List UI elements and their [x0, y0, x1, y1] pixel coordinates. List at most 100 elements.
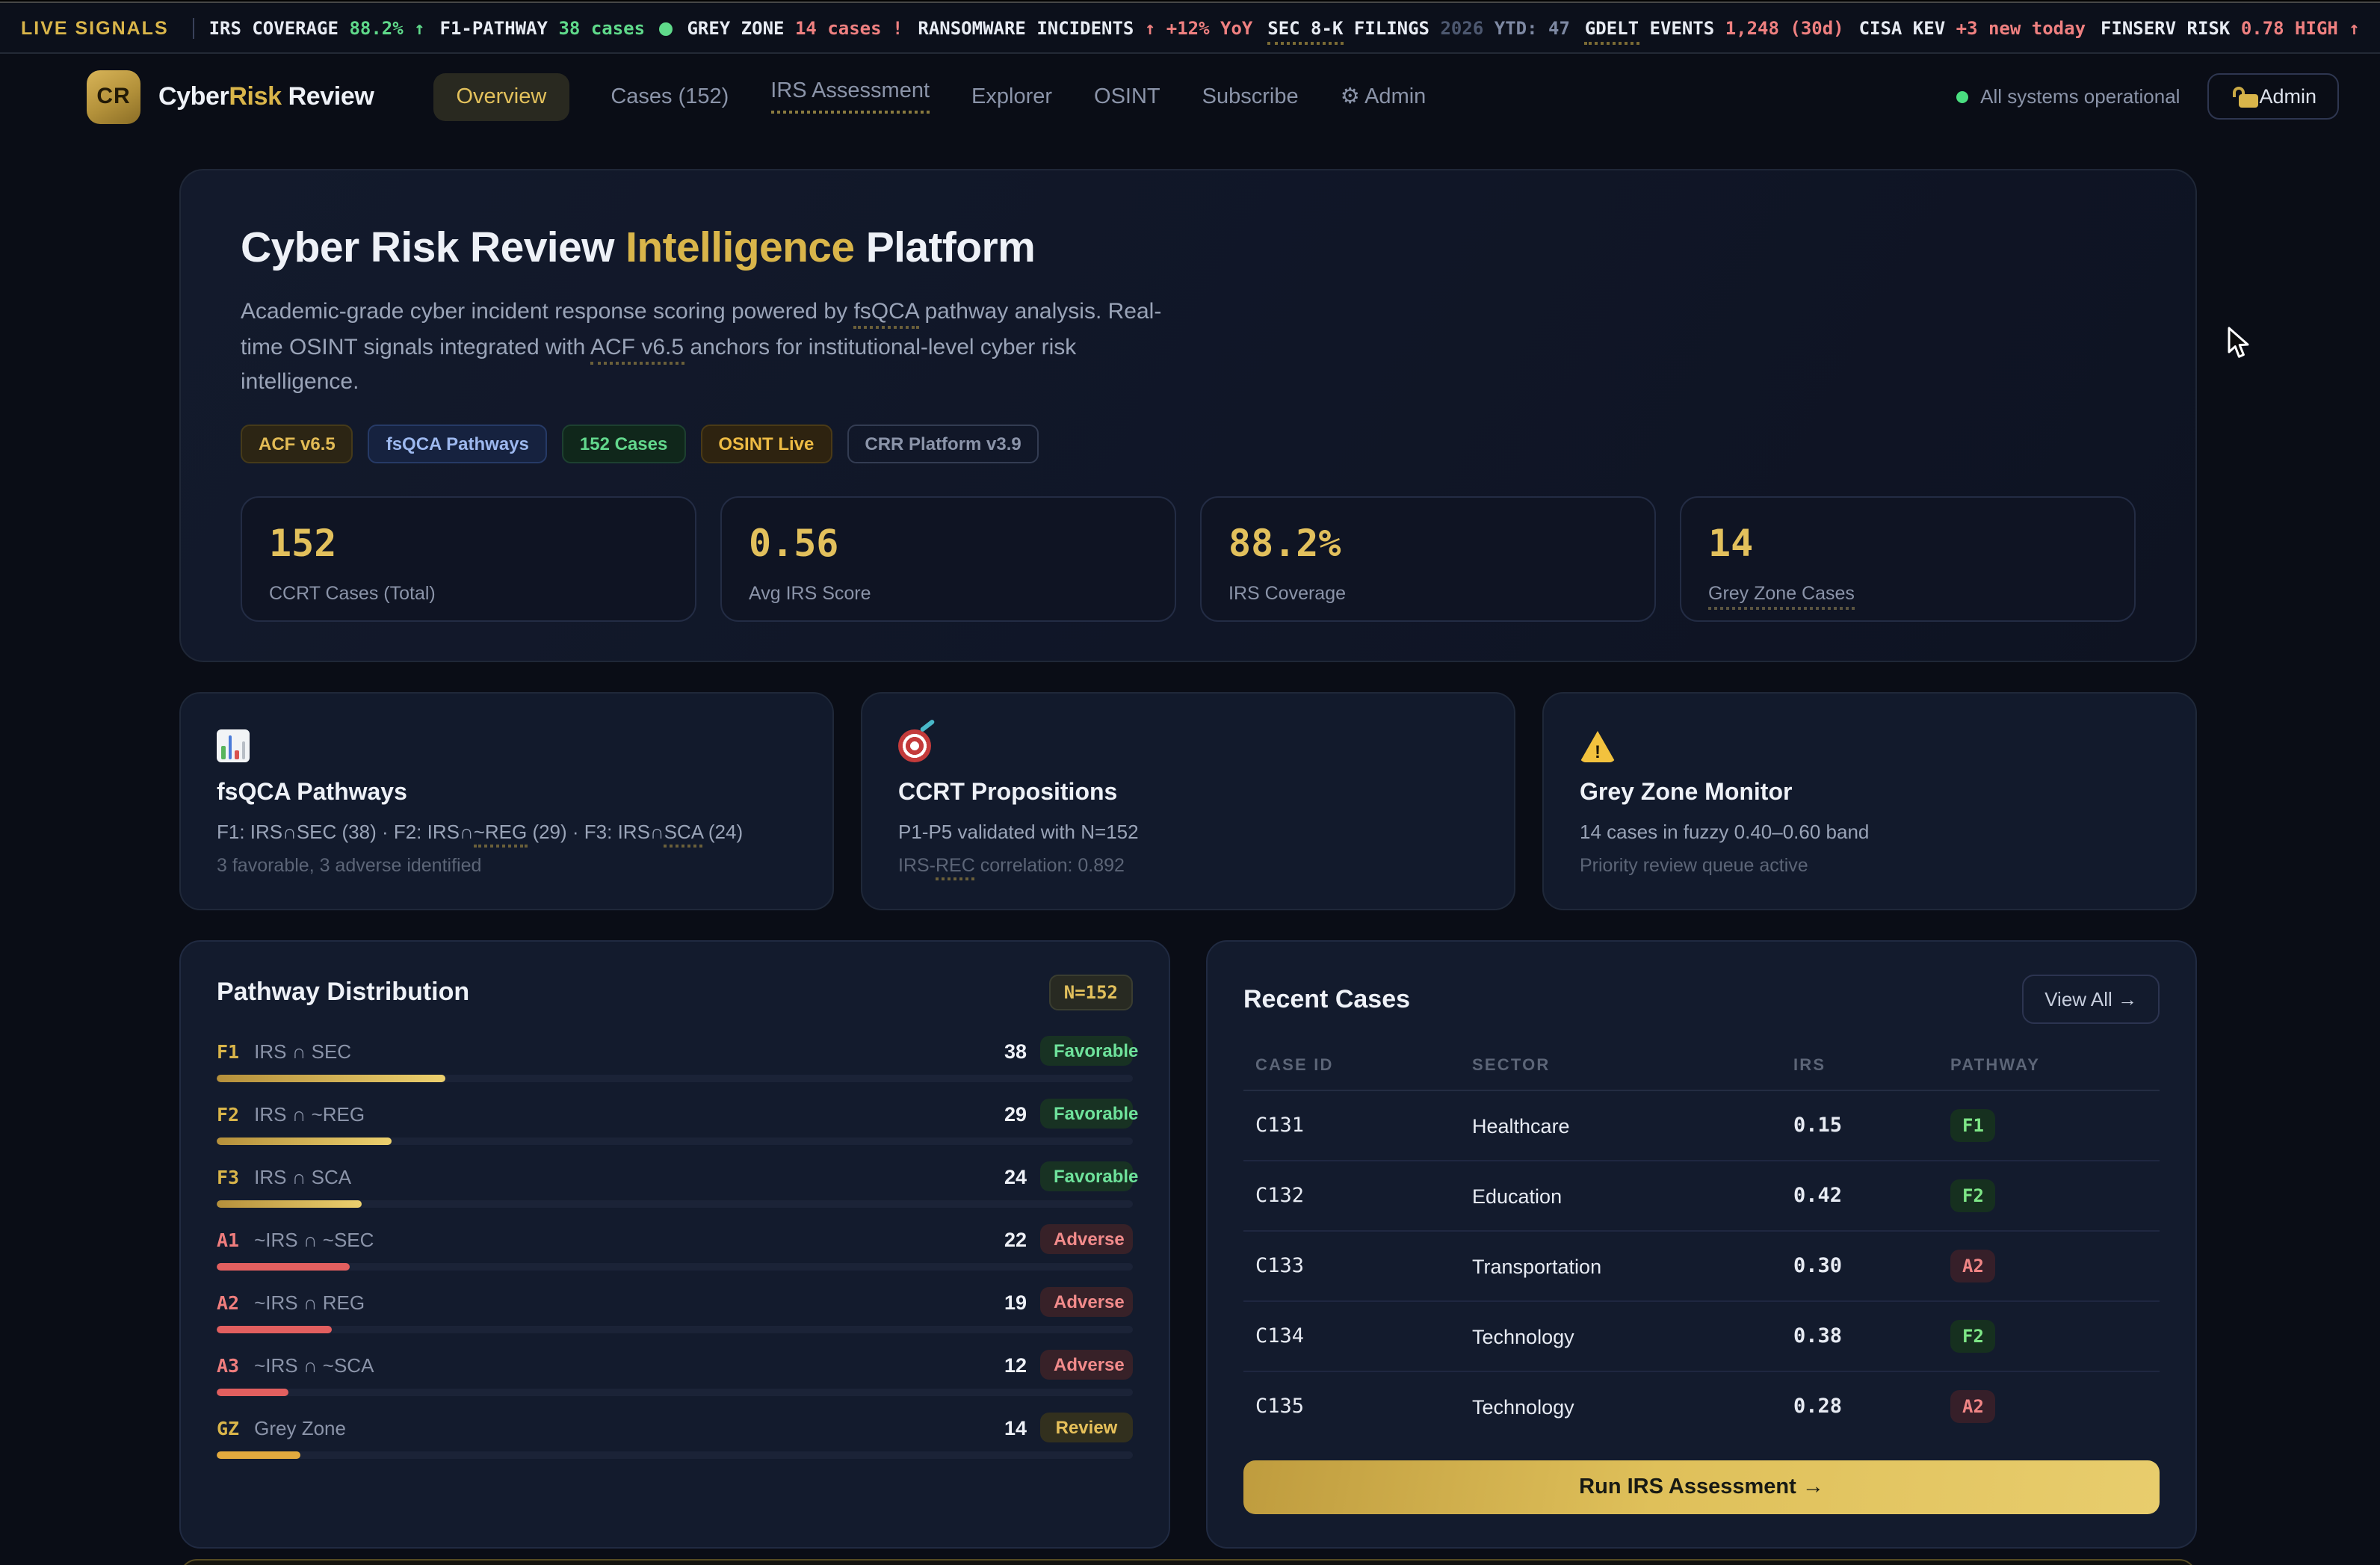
- col-irs: IRS: [1781, 1045, 1938, 1090]
- warning-icon: !: [1580, 731, 1616, 762]
- ticker-item-irs-coverage: IRS COVERAGE 88.2% ↑: [209, 17, 425, 38]
- app-window: LIVE SIGNALS IRS COVERAGE 88.2% ↑ F1-PAT…: [0, 0, 2380, 1565]
- ticker-item-sec-filings: SEC 8-K FILINGS 2026 YTD: 47: [1267, 17, 1570, 38]
- nav-item-admin[interactable]: ⚙ Admin: [1341, 84, 1427, 108]
- feature-cards: fsQCA Pathways F1: IRS∩SEC (38) · F2: IR…: [179, 692, 2197, 910]
- nav-item-osint[interactable]: OSINT: [1094, 84, 1160, 108]
- stat-card-total-cases: 152 CCRT Cases (Total): [241, 496, 696, 621]
- target-icon: [898, 729, 931, 762]
- ticker-item-gdelt: GDELT EVENTS 1,248 (30d): [1585, 17, 1844, 38]
- status-badge: Favorable: [1040, 1161, 1133, 1191]
- bar-fill: [217, 1138, 392, 1145]
- nav-item-cases[interactable]: Cases (152): [611, 84, 729, 108]
- nav-item-irs-assessment[interactable]: IRS Assessment: [770, 79, 930, 114]
- ticker-item-f1-pathway: F1-PATHWAY 38 cases: [440, 17, 673, 38]
- ticker-item-grey-zone: GREY ZONE 14 cases !: [687, 17, 903, 38]
- table-row-c134[interactable]: C134 Technology 0.38 F2: [1243, 1301, 2160, 1371]
- stat-value: 0.56: [749, 521, 1148, 564]
- card-title: CCRT Propositions: [898, 780, 1478, 807]
- green-dot-icon: [659, 22, 673, 35]
- status-badge: Adverse: [1040, 1350, 1133, 1380]
- bar-fill: [217, 1326, 331, 1333]
- card-grey-zone-monitor[interactable]: ! Grey Zone Monitor 14 cases in fuzzy 0.…: [1542, 692, 2197, 910]
- ticker-item-cisa-kev: CISA KEV +3 new today: [1859, 17, 2086, 38]
- pathway-badge: A2: [1950, 1390, 1996, 1423]
- pathway-rows: F1IRS ∩ SEC38Favorable F2IRS ∩ ~REG29Fav…: [217, 1036, 1133, 1459]
- card-fsqca-pathways[interactable]: fsQCA Pathways F1: IRS∩SEC (38) · F2: IR…: [179, 692, 834, 910]
- bar-fill: [217, 1263, 350, 1271]
- view-all-button[interactable]: View All →: [2022, 975, 2160, 1024]
- bar-track: [217, 1326, 1133, 1333]
- status-badge: Favorable: [1040, 1036, 1133, 1066]
- stat-card-irs-coverage: 88.2% IRS Coverage: [1200, 496, 1656, 621]
- card-ccrt-propositions[interactable]: CCRT Propositions P1-P5 validated with N…: [861, 692, 1515, 910]
- stat-cards: 152 CCRT Cases (Total) 0.56 Avg IRS Scor…: [241, 496, 2136, 621]
- col-sector: SECTOR: [1460, 1045, 1781, 1090]
- bar-track: [217, 1451, 1133, 1459]
- status-badge: Adverse: [1040, 1224, 1133, 1254]
- bar-fill: [217, 1075, 446, 1082]
- bar-track: [217, 1200, 1133, 1208]
- stat-label: IRS Coverage: [1228, 582, 1628, 603]
- pathway-row-gz: GZGrey Zone14Review: [217, 1413, 1133, 1459]
- bar-track: [217, 1075, 1133, 1082]
- card-note: Priority review queue active: [1580, 855, 2160, 876]
- pathway-row-a3: A3~IRS ∩ ~SCA12Adverse: [217, 1350, 1133, 1396]
- badge-osint: OSINT Live: [700, 424, 832, 463]
- system-status: All systems operational: [1956, 85, 2180, 108]
- bar-track: [217, 1389, 1133, 1396]
- badge-fsqca: fsQCA Pathways: [368, 424, 547, 463]
- bar-track: [217, 1263, 1133, 1271]
- hero-description: Academic-grade cyber incident response s…: [241, 294, 1167, 400]
- mouse-cursor: [2227, 326, 2251, 368]
- pathway-row-f1: F1IRS ∩ SEC38Favorable: [217, 1036, 1133, 1082]
- run-irs-assessment-button[interactable]: Run IRS Assessment →: [1243, 1460, 2160, 1514]
- table-row-c133[interactable]: C133 Transportation 0.30 A2: [1243, 1231, 2160, 1301]
- brand-name: CyberRisk Review: [158, 81, 374, 111]
- table-row-c135[interactable]: C135 Technology 0.28 A2: [1243, 1371, 2160, 1441]
- n-count-badge: N=152: [1049, 975, 1133, 1010]
- nav-item-subscribe[interactable]: Subscribe: [1202, 84, 1299, 108]
- table-row-c132[interactable]: C132 Education 0.42 F2: [1243, 1161, 2160, 1231]
- status-badge: Review: [1040, 1413, 1133, 1442]
- stat-value: 152: [269, 521, 668, 564]
- card-line: 14 cases in fuzzy 0.40–0.60 band: [1580, 821, 2160, 843]
- table-row-c131[interactable]: C131 Healthcare 0.15 F1: [1243, 1090, 2160, 1161]
- hero-panel: Cyber Risk Review Intelligence Platform …: [179, 169, 2197, 662]
- nav-item-explorer[interactable]: Explorer: [971, 84, 1052, 108]
- stat-value: 88.2%: [1228, 521, 1628, 564]
- pathway-badge: A2: [1950, 1250, 1996, 1282]
- table-header-row: CASE ID SECTOR IRS PATHWAY: [1243, 1045, 2160, 1090]
- pathway-badge: F2: [1950, 1320, 1996, 1353]
- pathway-badge: F2: [1950, 1179, 1996, 1212]
- admin-button[interactable]: Admin: [2207, 73, 2339, 120]
- nav-links: Overview Cases (152) IRS Assessment Expl…: [433, 72, 1426, 120]
- card-title: fsQCA Pathways: [217, 780, 797, 807]
- bar-fill: [217, 1200, 362, 1208]
- card-note: IRS-REC correlation: 0.892: [898, 855, 1478, 876]
- gear-icon: ⚙: [1341, 84, 1360, 108]
- nav-right: All systems operational Admin: [1956, 73, 2339, 120]
- badge-platform-version: CRR Platform v3.9: [847, 424, 1039, 463]
- pathway-badge: F1: [1950, 1109, 1996, 1142]
- status-dot-icon: [1956, 90, 1968, 102]
- ticker-item-ransomware: RANSOMWARE INCIDENTS ↑ +12% YoY: [918, 17, 1252, 38]
- page-title: Cyber Risk Review Intelligence Platform: [241, 224, 2136, 274]
- hero-badges: ACF v6.5 fsQCA Pathways 152 Cases OSINT …: [241, 424, 2136, 463]
- pathway-row-a1: A1~IRS ∩ ~SEC22Adverse: [217, 1224, 1133, 1271]
- nav-item-overview[interactable]: Overview: [433, 72, 569, 120]
- brand-logo: CR: [87, 70, 140, 123]
- stat-card-avg-irs: 0.56 Avg IRS Score: [720, 496, 1176, 621]
- stat-label: CCRT Cases (Total): [269, 582, 668, 603]
- live-signals-ticker: LIVE SIGNALS IRS COVERAGE 88.2% ↑ F1-PAT…: [0, 3, 2380, 54]
- stat-label: Grey Zone Cases: [1708, 582, 1855, 609]
- key-asymmetry-panel: Key Asymmetry Finding (ACF v6.5): [179, 1559, 2197, 1565]
- bar-track: [217, 1138, 1133, 1145]
- badge-cases: 152 Cases: [562, 424, 685, 463]
- pathway-distribution-panel: Pathway Distribution N=152 F1IRS ∩ SEC38…: [179, 940, 1170, 1549]
- badge-acf: ACF v6.5: [241, 424, 353, 463]
- col-case-id: CASE ID: [1243, 1045, 1460, 1090]
- bar-fill: [217, 1389, 289, 1396]
- card-title: Grey Zone Monitor: [1580, 780, 2160, 807]
- panel-title: Recent Cases: [1243, 984, 1410, 1014]
